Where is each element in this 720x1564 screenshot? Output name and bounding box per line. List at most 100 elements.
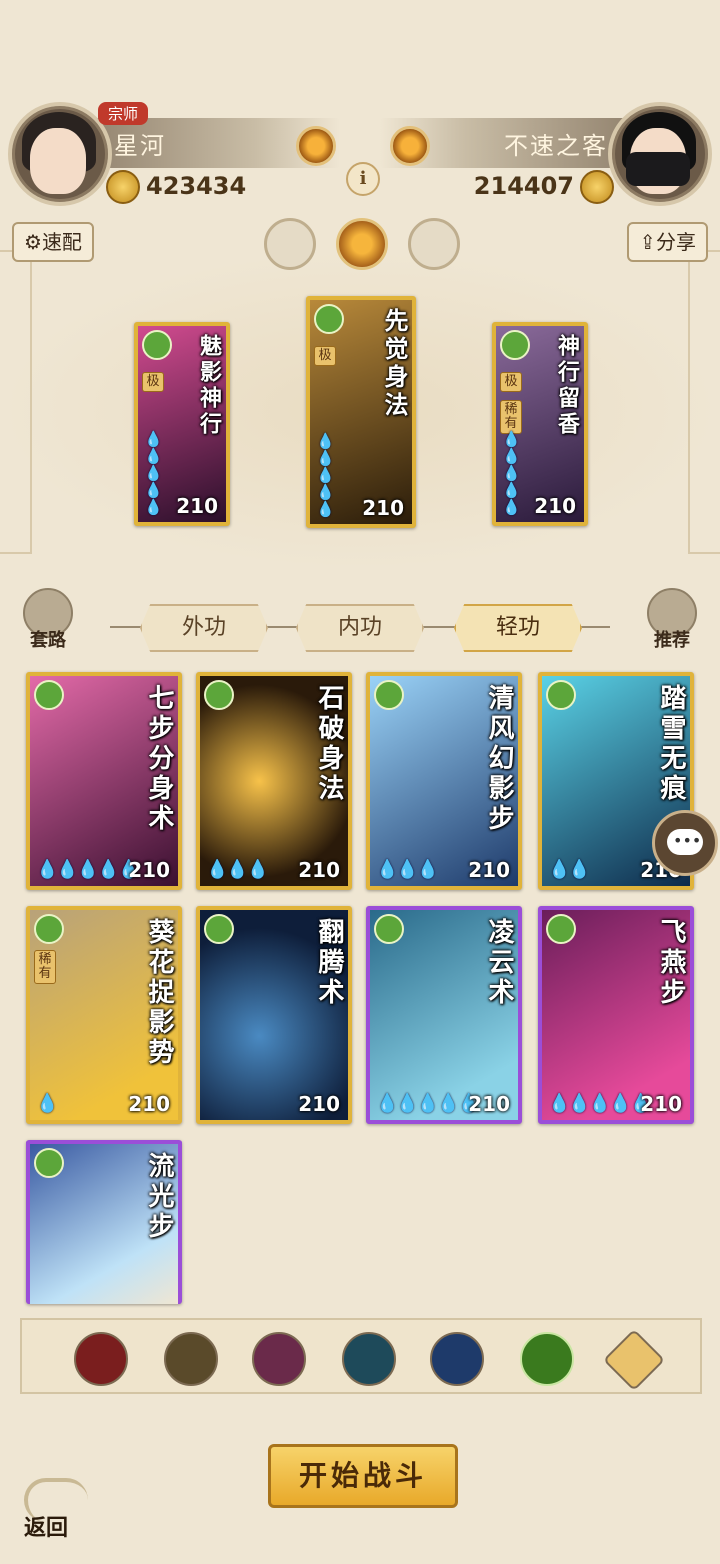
rarity-tag: 稀有 [34, 950, 56, 984]
movement-badge-icon [374, 680, 404, 710]
grade-tag: 极 [142, 372, 164, 392]
cost-drops: 💧 [36, 1093, 58, 1114]
versus-header: 宗师 星河 不速之客 423434 214407 i [0, 100, 720, 210]
card-cost: 210 [128, 1092, 170, 1116]
grade-tag: 极 [500, 372, 522, 392]
fan-filter-icon[interactable] [342, 1332, 396, 1386]
card-title: 翻腾术 [314, 918, 344, 1008]
skill-card[interactable]: 石破身法 💧💧💧 210 [196, 672, 352, 890]
movement-badge-icon [314, 304, 344, 334]
card-title: 清风幻影步 [484, 684, 514, 834]
back-label: 返回 [24, 1515, 69, 1541]
card-cost: 210 [176, 494, 218, 518]
skill-card[interactable]: 翻腾术 210 [196, 906, 352, 1124]
info-button[interactable]: i [346, 162, 380, 196]
skill-card[interactable]: 飞燕步 💧💧💧💧💧 210 [538, 906, 694, 1124]
card-cost: 210 [298, 1092, 340, 1116]
left-frame-ornament [0, 250, 32, 554]
cost-drops: 💧💧💧💧💧 [502, 430, 521, 516]
share-icon: ⇪ [639, 230, 656, 254]
cost-drops: 💧💧💧 [376, 859, 439, 880]
chat-button[interactable]: ••• [652, 810, 718, 876]
blade-filter-icon[interactable] [74, 1332, 128, 1386]
sun-emblem-icon [390, 126, 430, 166]
movement-badge-icon [204, 680, 234, 710]
recommend-label: 推荐 [654, 630, 690, 651]
share-label: 分享 [656, 230, 696, 254]
movement-badge-icon [34, 680, 64, 710]
skill-card[interactable]: 稀有 葵花捉影势 💧 210 [26, 906, 182, 1124]
opponent-avatar[interactable] [608, 102, 712, 206]
ring-icon[interactable] [408, 218, 460, 270]
movement-badge-icon [546, 680, 576, 710]
card-cost: 210 [468, 858, 510, 882]
cost-drops: 💧💧 [548, 859, 591, 880]
movement-badge-icon [546, 914, 576, 944]
card-title: 魅影神行 [196, 334, 222, 438]
sun-emblem-icon [296, 126, 336, 166]
card-cost: 210 [534, 494, 576, 518]
card-title: 凌云术 [484, 918, 514, 1008]
routine-label: 套路 [30, 630, 66, 651]
tab-movement[interactable]: 轻功 [454, 604, 582, 652]
skill-card[interactable]: 凌云术 💧💧💧💧💧 210 [366, 906, 522, 1124]
start-battle-button[interactable]: 开始战斗 [268, 1444, 458, 1508]
card-title: 石破身法 [314, 684, 344, 804]
sword-filter-icon[interactable] [164, 1332, 218, 1386]
yinyang-filter-icon[interactable] [430, 1332, 484, 1386]
tab-internal[interactable]: 内功 [296, 604, 424, 652]
opponent-name: 不速之客 [504, 132, 608, 160]
cost-drops: 💧💧💧💧💧 [316, 432, 335, 518]
movement-badge-icon [142, 330, 172, 360]
card-cost: 210 [128, 858, 170, 882]
movement-badge-icon [34, 1148, 64, 1178]
card-title: 飞燕步 [656, 918, 686, 1008]
cost-drops: 💧💧💧💧💧 [376, 1093, 480, 1114]
card-cost: 210 [362, 496, 404, 520]
rarity-tag: 稀有 [500, 400, 522, 434]
cost-drops: 💧💧💧💧💧 [36, 859, 140, 880]
movement-badge-icon [374, 914, 404, 944]
quick-match-button[interactable]: ⚙速配 [12, 222, 94, 262]
back-button[interactable]: 返回 [18, 1470, 90, 1542]
routine-button[interactable]: 套路 [20, 588, 76, 652]
player-power: 423434 [146, 172, 247, 200]
opponent-power: 214407 [473, 172, 574, 200]
selected-skill-card[interactable]: 极 稀有 神行留香 💧💧💧💧💧 210 [492, 322, 588, 526]
selected-skill-card[interactable]: 极 魅影神行 💧💧💧💧💧 210 [134, 322, 230, 526]
cost-drops: 💧💧💧 [206, 859, 269, 880]
movement-badge-icon [34, 914, 64, 944]
skill-card[interactable]: 流光步 [26, 1140, 182, 1304]
card-cost: 210 [640, 1092, 682, 1116]
card-title: 流光步 [144, 1152, 174, 1242]
card-title: 七步分身术 [144, 684, 174, 834]
movement-filter-icon[interactable] [520, 1332, 574, 1386]
skill-card[interactable]: 清风幻影步 💧💧💧 210 [366, 672, 522, 890]
share-button[interactable]: ⇪分享 [627, 222, 708, 262]
movement-badge-icon [204, 914, 234, 944]
skill-card[interactable]: 七步分身术 💧💧💧💧💧 210 [26, 672, 182, 890]
card-title: 先觉身法 [380, 308, 409, 420]
card-cost: 210 [298, 858, 340, 882]
player-avatar[interactable] [8, 102, 112, 206]
gear-icon: ⚙ [24, 230, 42, 254]
fist-filter-icon[interactable] [252, 1332, 306, 1386]
player-rank-badge: 宗师 [98, 102, 149, 125]
card-title: 葵花捉影势 [144, 918, 174, 1068]
cost-drops: 💧💧💧💧💧 [548, 1093, 652, 1114]
grade-tag: 极 [314, 346, 336, 366]
recommend-button[interactable]: 推荐 [644, 588, 700, 652]
sun-icon[interactable] [336, 218, 388, 270]
moon-icon[interactable] [264, 218, 316, 270]
cost-drops: 💧💧💧💧💧 [144, 430, 163, 516]
card-title: 神行留香 [554, 334, 580, 438]
player-name: 星河 [114, 132, 166, 160]
sword-icon [106, 170, 140, 204]
sword-icon [580, 170, 614, 204]
card-title: 踏雪无痕 [656, 684, 686, 804]
movement-badge-icon [500, 330, 530, 360]
quick-match-label: 速配 [41, 230, 82, 254]
card-cost: 210 [468, 1092, 510, 1116]
selected-skill-card[interactable]: 极 先觉身法 💧💧💧💧💧 210 [306, 296, 416, 528]
tab-external[interactable]: 外功 [140, 604, 268, 652]
